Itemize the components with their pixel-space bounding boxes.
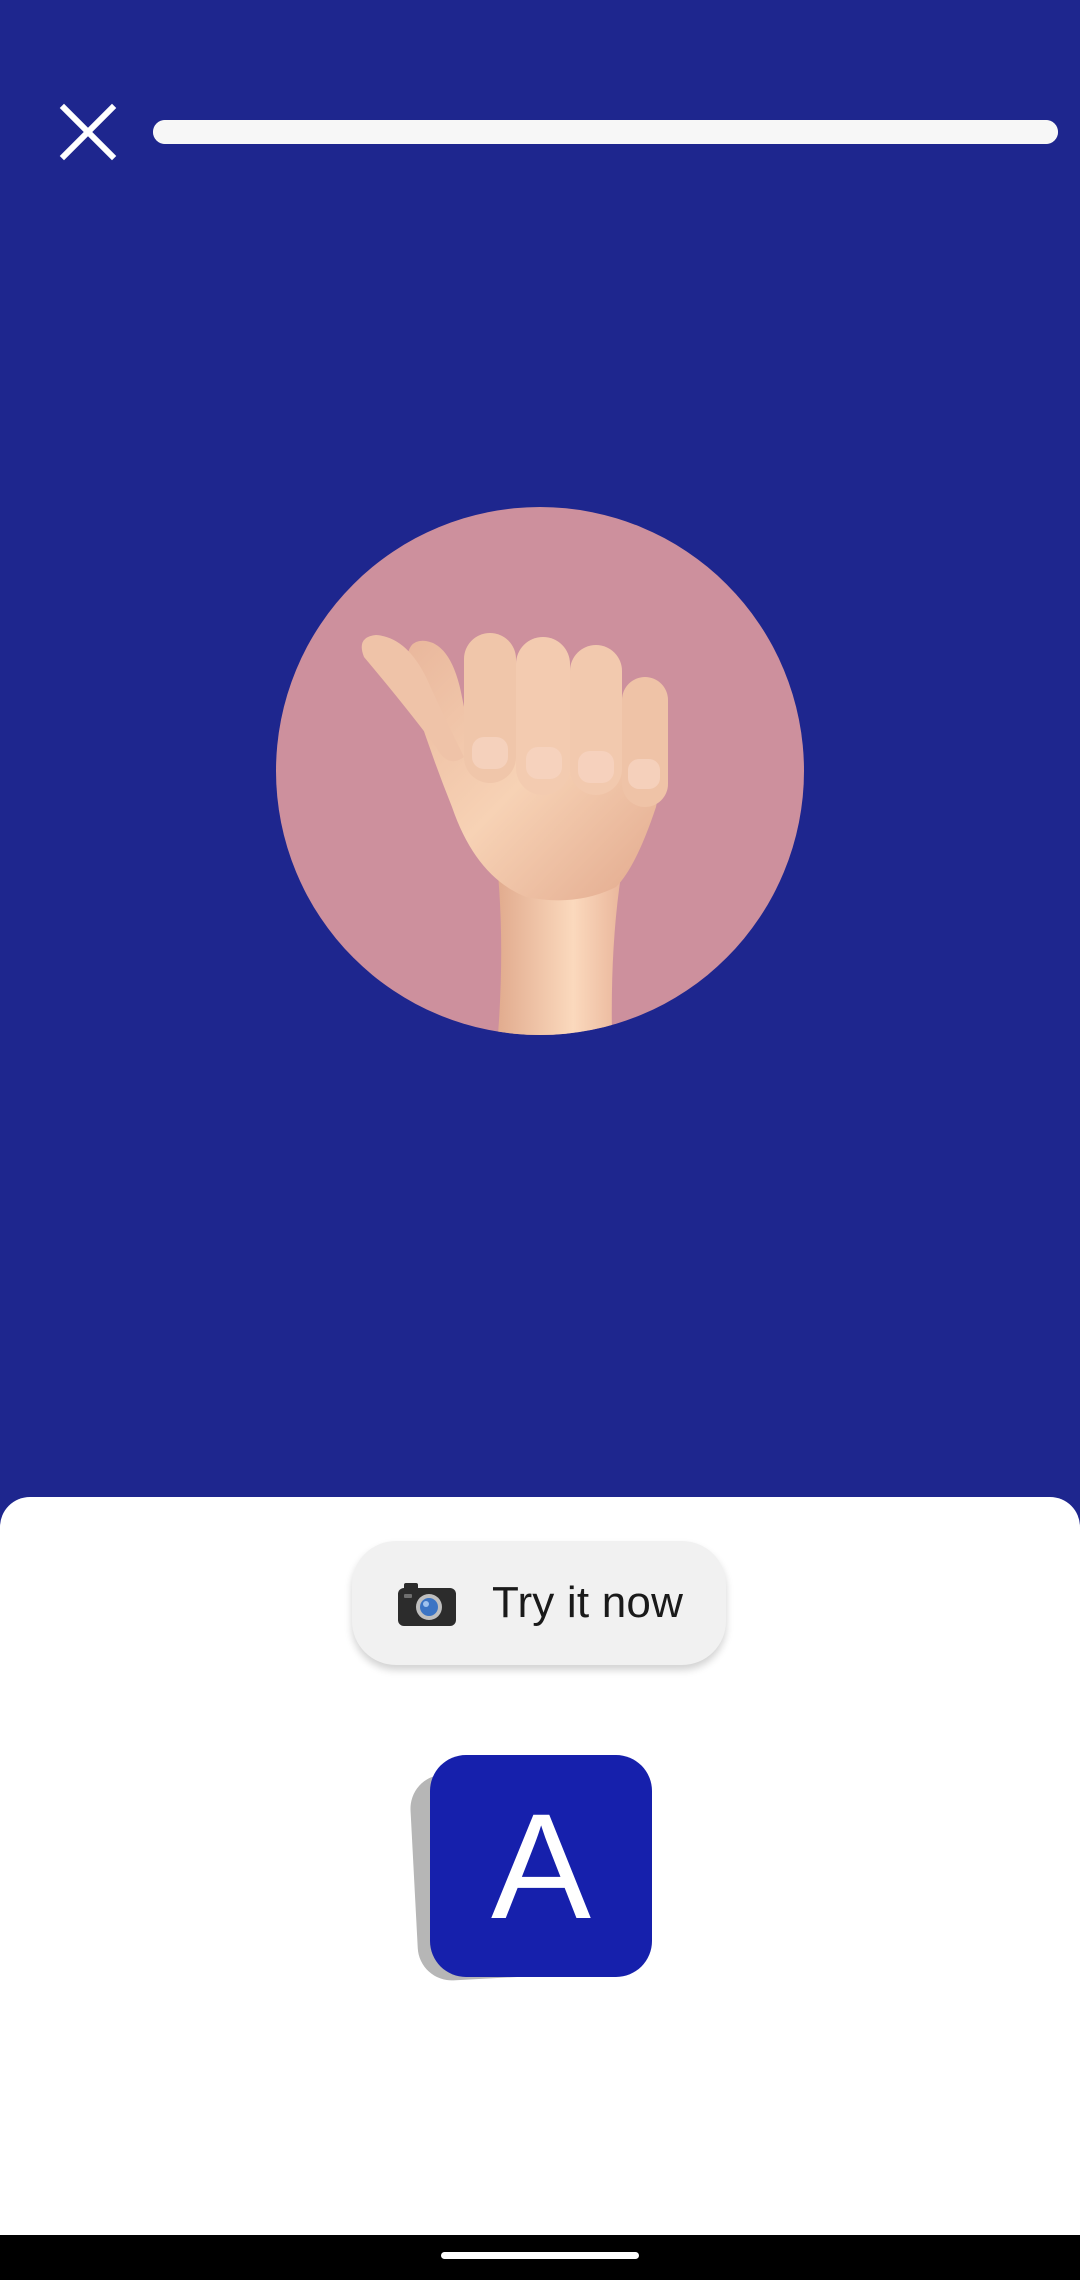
bottom-sheet: Try it now A: [0, 1497, 1080, 2235]
letter-card: A: [430, 1755, 652, 1977]
camera-icon: [398, 1583, 456, 1626]
lesson-progress-bar: [153, 120, 1058, 144]
home-indicator[interactable]: [441, 2252, 639, 2259]
try-it-now-label: Try it now: [492, 1578, 684, 1627]
close-button[interactable]: [52, 96, 124, 168]
hand-sign-a-illustration: [361, 633, 668, 1035]
letter-text: A: [490, 1782, 592, 1950]
try-it-now-button[interactable]: Try it now: [352, 1541, 726, 1665]
hand-sign-illustration: [276, 507, 804, 1035]
progress-fill: [153, 120, 1058, 144]
letter-card-stack[interactable]: A: [408, 1755, 654, 1985]
system-navigation-bar: [0, 2235, 1080, 2280]
close-icon: [59, 103, 117, 161]
